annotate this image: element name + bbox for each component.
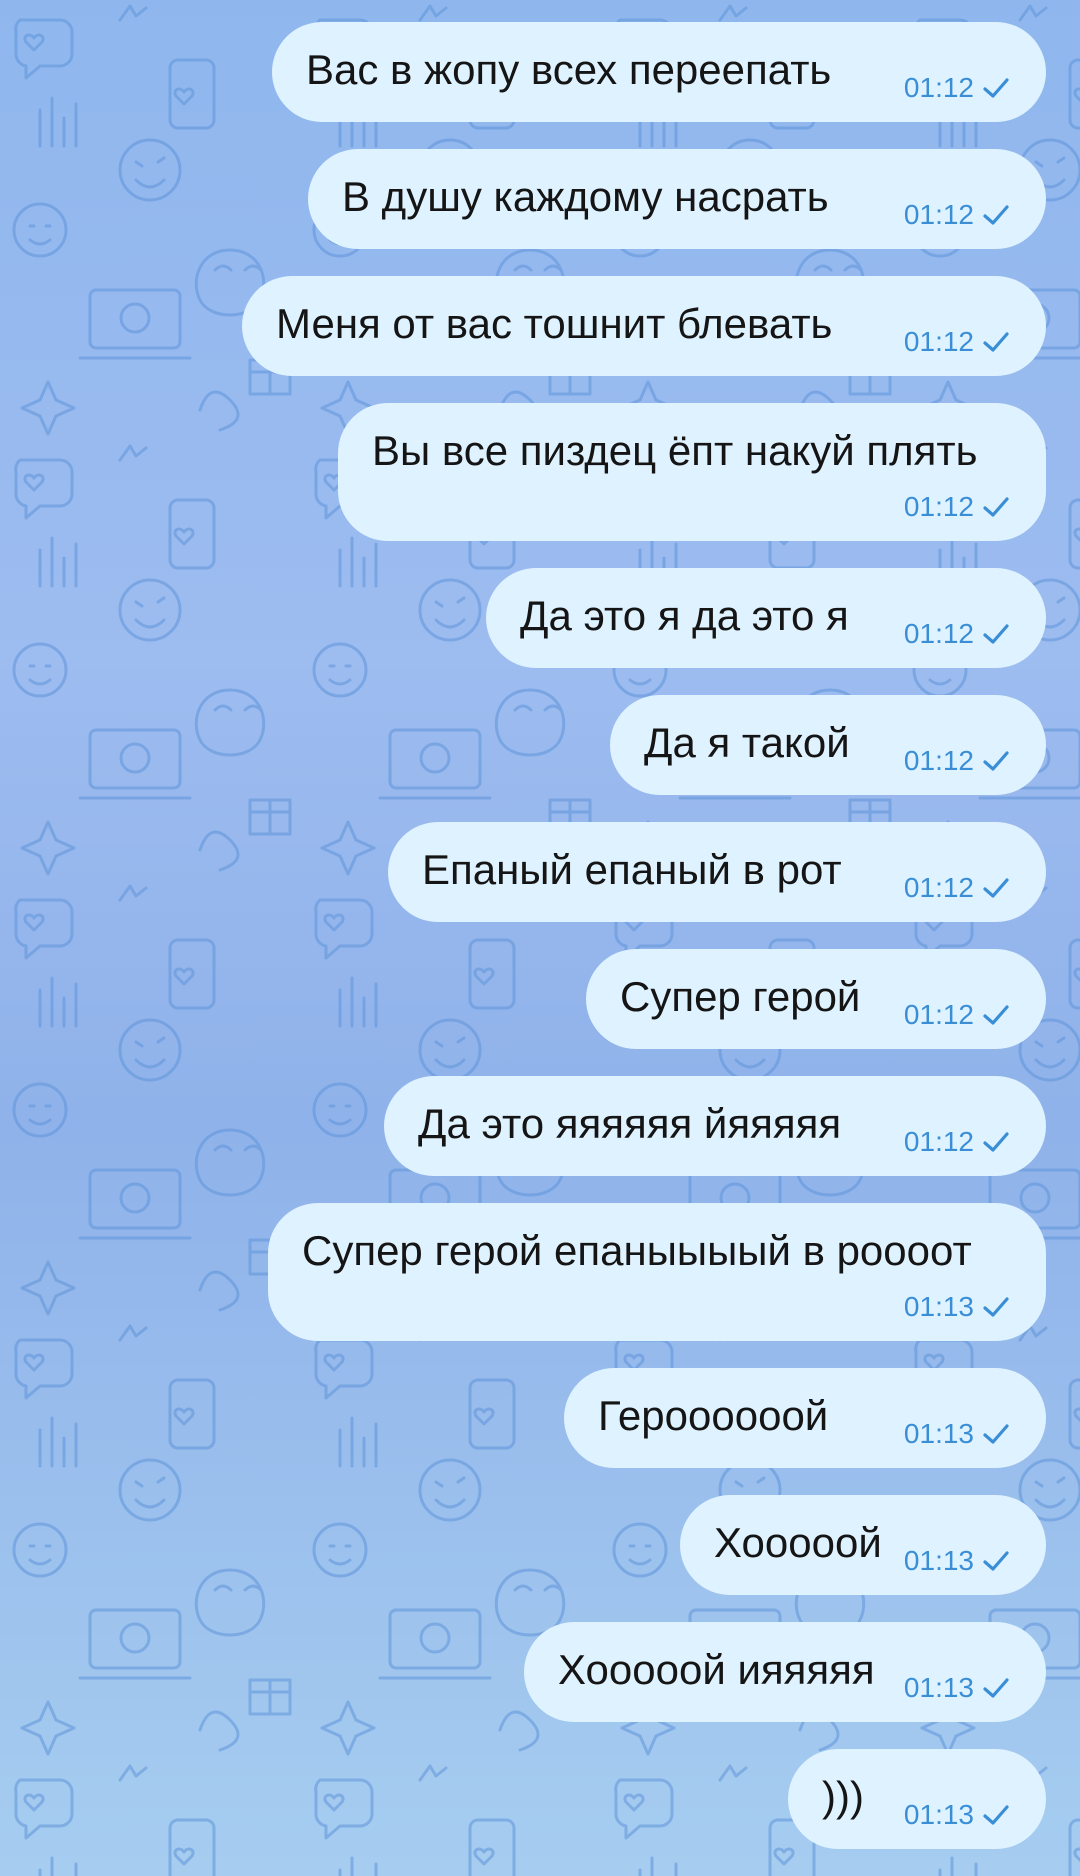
message-bubble[interactable]: ))) 01:13 (788, 1749, 1046, 1849)
message-bubble[interactable]: Да я такой 01:12 (610, 695, 1046, 795)
message-text: Героооооой (598, 1392, 829, 1439)
message-meta: 01:12 (904, 490, 1010, 524)
message-text: Да это я да это я (520, 592, 849, 639)
sent-check-icon (983, 1805, 1009, 1825)
sent-check-icon (983, 205, 1009, 225)
message-list[interactable]: Вас в жопу всех переепать 01:12 В душу к… (0, 0, 1080, 1876)
message-bubble[interactable]: Хооооой ияяяяя 01:13 (524, 1622, 1046, 1722)
message-meta: 01:12 (904, 71, 1010, 105)
sent-check-icon (983, 78, 1009, 98)
message-meta: 01:12 (904, 325, 1010, 359)
message-text: Хооооой (714, 1519, 882, 1566)
message-bubble[interactable]: Хооооой 01:13 (680, 1495, 1046, 1595)
sent-check-icon (983, 878, 1009, 898)
message-bubble[interactable]: Героооооой 01:13 (564, 1368, 1046, 1468)
message-text: Меня от вас тошнит блевать (276, 300, 833, 347)
message-meta: 01:12 (904, 617, 1010, 651)
message-text: Супер герой (620, 973, 861, 1020)
message-bubble[interactable]: Супер герой 01:12 (586, 949, 1046, 1049)
message-time: 01:12 (903, 199, 974, 230)
message-bubble[interactable]: Вы все пиздец ёпт накуй плять 01:12 (338, 403, 1046, 541)
message-time: 01:13 (903, 1799, 974, 1830)
message-text: Хооооой ияяяяя (558, 1646, 875, 1693)
message-time: 01:12 (903, 999, 974, 1030)
message-time: 01:13 (903, 1545, 974, 1576)
message-time: 01:12 (903, 326, 974, 357)
message-meta: 01:13 (904, 1798, 1010, 1832)
message-time: 01:12 (903, 745, 974, 776)
message-meta: 01:13 (904, 1290, 1010, 1324)
message-bubble[interactable]: Супер герой епаныыыый в роооот 01:13 (268, 1203, 1046, 1341)
message-meta: 01:12 (904, 1125, 1010, 1159)
message-bubble[interactable]: Меня от вас тошнит блевать 01:12 (242, 276, 1046, 376)
message-time: 01:12 (903, 1126, 974, 1157)
message-text: Вы все пиздец ёпт накуй плять (372, 427, 978, 474)
message-text: В душу каждому насрать (342, 173, 829, 220)
message-meta: 01:12 (904, 198, 1010, 232)
sent-check-icon (983, 1132, 1009, 1152)
message-text: Да я такой (644, 719, 850, 766)
message-meta: 01:12 (904, 871, 1010, 905)
message-meta: 01:13 (904, 1671, 1010, 1705)
sent-check-icon (983, 332, 1009, 352)
message-time: 01:12 (903, 618, 974, 649)
sent-check-icon (983, 497, 1009, 517)
message-bubble[interactable]: Да это я да это я 01:12 (486, 568, 1046, 668)
message-bubble[interactable]: Вас в жопу всех переепать 01:12 (272, 22, 1046, 122)
message-text: Епаный епаный в рот (422, 846, 842, 893)
sent-check-icon (983, 1005, 1009, 1025)
message-text: Да это яяяяяя йяяяяя (418, 1100, 842, 1147)
message-meta: 01:12 (904, 998, 1010, 1032)
sent-check-icon (983, 624, 1009, 644)
message-text: Вас в жопу всех переепать (306, 46, 832, 93)
message-time: 01:13 (903, 1418, 974, 1449)
sent-check-icon (983, 1678, 1009, 1698)
message-time: 01:12 (903, 491, 974, 522)
message-meta: 01:12 (904, 744, 1010, 778)
message-text: ))) (822, 1773, 864, 1820)
message-time: 01:12 (903, 72, 974, 103)
message-meta: 01:13 (904, 1417, 1010, 1451)
sent-check-icon (983, 1424, 1009, 1444)
message-text: Супер герой епаныыыый в роооот (302, 1227, 972, 1274)
message-bubble[interactable]: В душу каждому насрать 01:12 (308, 149, 1046, 249)
message-bubble[interactable]: Епаный епаный в рот 01:12 (388, 822, 1046, 922)
sent-check-icon (983, 751, 1009, 771)
message-time: 01:13 (903, 1672, 974, 1703)
message-time: 01:13 (903, 1291, 974, 1322)
message-meta: 01:13 (904, 1544, 1010, 1578)
message-time: 01:12 (903, 872, 974, 903)
sent-check-icon (983, 1551, 1009, 1571)
sent-check-icon (983, 1297, 1009, 1317)
message-bubble[interactable]: Да это яяяяяя йяяяяя 01:12 (384, 1076, 1046, 1176)
